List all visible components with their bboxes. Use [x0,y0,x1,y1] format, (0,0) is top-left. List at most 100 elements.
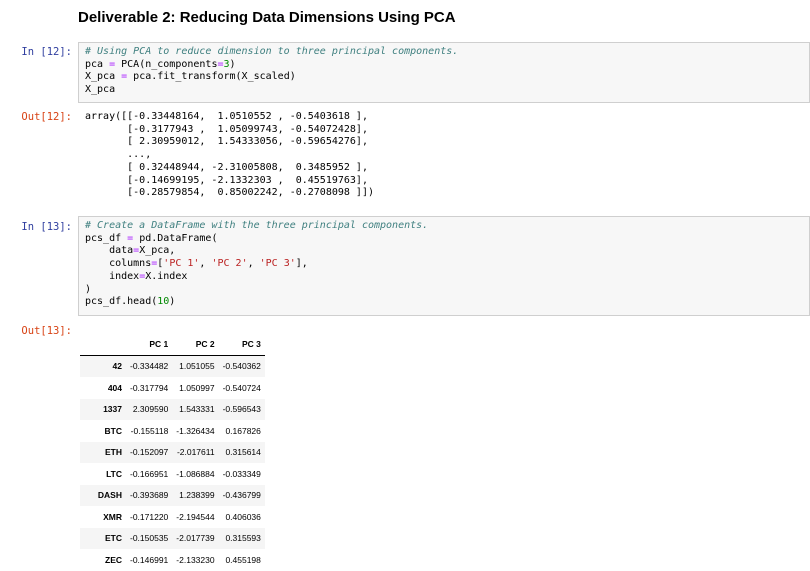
code-line: ) [85,284,803,297]
table-cell: 0.315614 [225,447,261,458]
code-token: X.index [145,270,188,282]
code-token: # Create a DataFrame with the three prin… [85,220,429,231]
table-cell: 2.309590 [132,404,169,415]
output-line: array([[-0.33448164, 1.0510552 , -0.5403… [85,111,368,122]
code-token: 'PC 2' [211,258,248,270]
table-row: ETH -0.152097 -2.017611 0.315614 [80,441,265,463]
table-cell: -0.155118 [130,425,169,436]
table-header-row: PC 1 PC 2 PC 3 [80,333,265,356]
code-token: ) [85,283,92,295]
code-line: # Create a DataFrame with the three prin… [85,220,803,233]
out-prompt-12: Out[12]: [21,111,72,123]
code-token: , [247,258,260,270]
in-prompt-13: In [13]: [21,221,72,233]
table-row: 42 -0.334482 1.051055 -0.540362 [80,355,265,377]
code-token: pca [85,58,110,70]
table-row: BTC -0.155118 -1.326434 0.167826 [80,420,265,442]
output-line: [ 0.32448944, -2.31005808, 0.3485952 ], [85,161,368,173]
row-index: ZEC [105,554,122,565]
table-cell: 0.315593 [225,533,261,544]
output-line: [-0.14699195, -2.1332303 , 0.45519763], [85,174,368,186]
code-line: X_pca [85,84,803,97]
section-heading: Deliverable 2: Reducing Data Dimensions … [78,9,456,26]
table-cell: 1.050997 [179,382,215,393]
output-line: [-0.3177943 , 1.05099743, -0.54072428], [85,123,368,135]
code-token: 10 [157,296,170,308]
table-cell: -0.146991 [130,554,169,565]
code-line: X_pca = pca.fit_transform(X_scaled) [85,71,803,84]
table-cell: -0.540362 [222,361,261,372]
table-cell: -0.540724 [222,382,261,393]
code-cell-13[interactable]: # Create a DataFrame with the three prin… [78,216,810,316]
row-index: ETH [105,447,122,458]
code-token: X_pca [85,84,116,96]
table-row: 404 -0.317794 1.050997 -0.540724 [80,377,265,399]
code-token: X_pca [85,71,122,83]
row-index: 1337 [103,404,122,415]
code-line: # Using PCA to reduce dimension to three… [85,46,803,59]
table-cell: -0.171220 [130,511,169,522]
code-cell-12[interactable]: # Using PCA to reduce dimension to three… [78,42,810,103]
table-cell: -0.150535 [130,533,169,544]
code-token: 'PC 3' [259,258,296,270]
table-cell: -0.393689 [130,490,169,501]
code-token: pcs_df [85,232,128,244]
code-token: ], [295,258,308,270]
table-cell: 1.238399 [179,490,215,501]
output-line: ..., [85,149,152,161]
table-row: ZEC -0.146991 -2.133230 0.455198 [80,549,265,571]
code-token: pd.DataFrame( [133,232,218,244]
table-cell: -1.326434 [176,425,215,436]
dataframe-table: PC 1 PC 2 PC 3 42 -0.334482 1.051055 -0.540… [80,333,265,571]
table-cell: -0.596543 [222,404,261,415]
table-cell: -0.317794 [130,382,169,393]
code-token: pcs_df.head( [85,296,158,308]
code-line: pcs_df.head(10) [85,296,803,309]
code-token: PCA(n_components [115,58,218,70]
code-line: pcs_df = pd.DataFrame( [85,233,803,246]
row-index: 404 [107,382,122,393]
table-cell: 1.543331 [179,404,215,415]
code-line: pca = PCA(n_components=3) [85,59,803,72]
row-index: 42 [112,361,122,372]
table-row: ETC -0.150535 -2.017739 0.315593 [80,527,265,549]
table-cell: -1.086884 [176,468,215,479]
table-cell: -2.133230 [176,554,215,565]
table-row: DASH -0.393689 1.238399 -0.436799 [80,484,265,506]
column-header: PC 2 [172,333,219,356]
code-token: ) [229,58,236,70]
code-token: ) [169,296,176,308]
code-token: pca.fit_transform(X_scaled) [127,71,296,83]
table-cell: 0.406036 [225,511,261,522]
table-row: XMR -0.171220 -2.194544 0.406036 [80,506,265,528]
table-row: LTC -0.166951 -1.086884 -0.033349 [80,463,265,485]
code-token: X_pca, [139,245,176,257]
table-cell: 0.167826 [225,425,261,436]
row-index: LTC [106,468,122,479]
code-line: data=X_pca, [85,245,803,258]
row-index: XMR [103,511,122,522]
column-header: PC 1 [126,333,173,356]
table-cell: -0.033349 [222,468,261,479]
code-token: data [85,245,134,257]
table-cell: -0.152097 [130,447,169,458]
row-index: ETC [105,533,122,544]
code-token: # Using PCA to reduce dimension to three… [85,46,459,57]
output-line: [ 2.30959012, 1.54333056, -0.59654276], [85,136,368,148]
code-token: 'PC 1' [163,258,200,270]
table-cell: -2.017611 [176,447,215,458]
code-token: , [199,258,212,270]
row-index: BTC [104,425,122,436]
table-row: 1337 2.309590 1.543331 -0.596543 [80,398,265,420]
table-cell: -0.334482 [130,361,169,372]
code-token: index [85,270,140,282]
table-cell: -0.436799 [222,490,261,501]
row-index: DASH [97,490,122,501]
in-prompt-12: In [12]: [21,46,72,58]
out-prompt-13: Out[13]: [21,325,72,337]
table-cell: -2.194544 [176,511,215,522]
table-cell: 0.455198 [225,554,261,565]
code-token: columns [85,258,152,270]
output-12: array([[-0.33448164, 1.0510552 , -0.5403… [85,111,374,200]
column-header: PC 3 [218,333,265,356]
